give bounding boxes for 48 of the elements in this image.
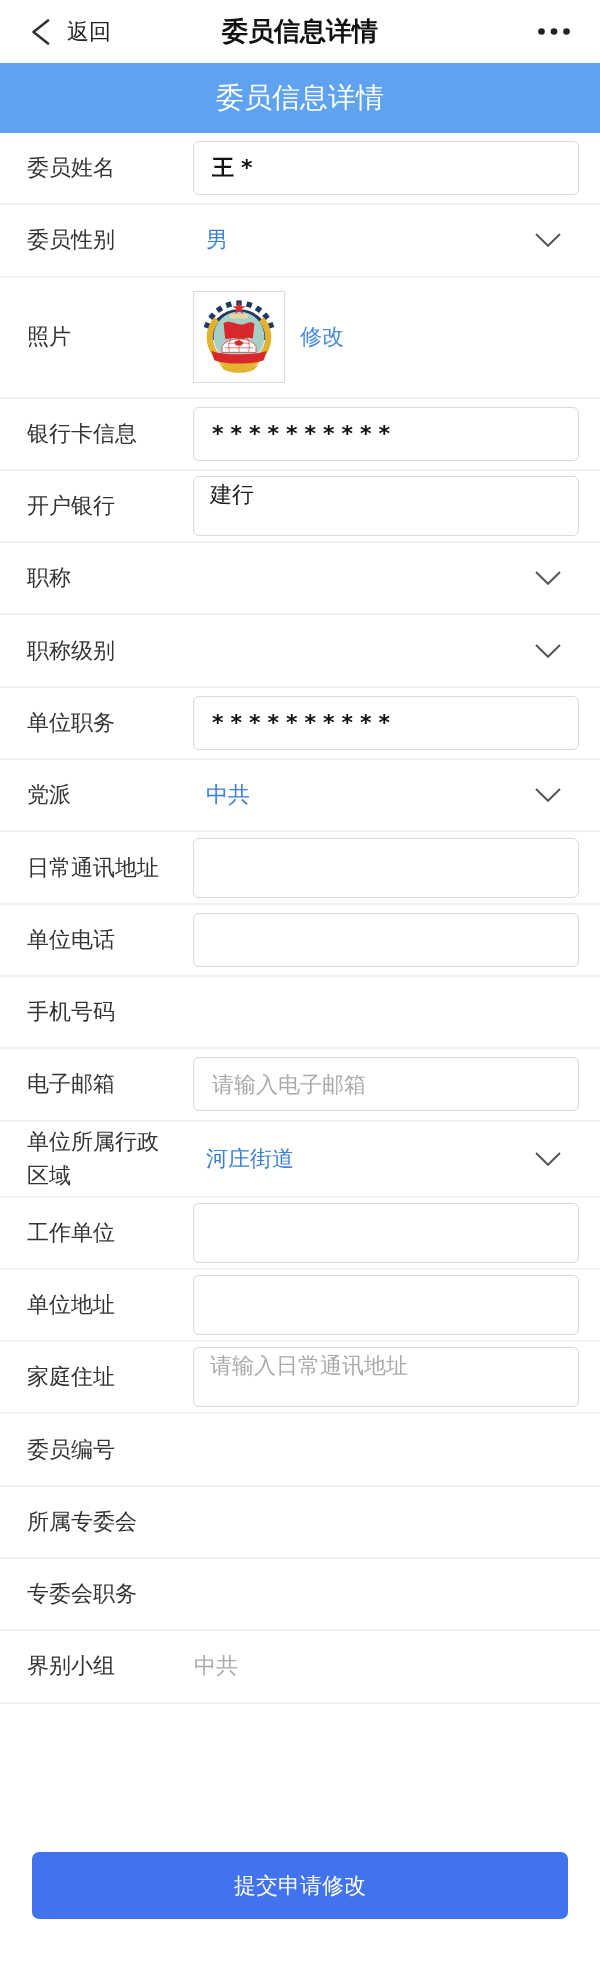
field-label: 单位地址 [27,1291,116,1319]
field-label: 界别小组 [27,1652,116,1681]
text-input[interactable]: ********** [193,406,579,461]
text-area[interactable]: 建行 [193,476,579,537]
text-area[interactable] [193,1202,579,1263]
field-value: 中共 [193,1652,238,1681]
text-area[interactable]: 请输入日常通讯地址 [193,1347,579,1408]
field-label: 工作单位 [27,1218,116,1247]
field-label: 电子邮箱 [27,1070,116,1099]
more-icon[interactable] [538,28,570,35]
chevron-down-icon [535,233,561,248]
field-label: 所属专委会 [27,1507,138,1536]
page-title: 委员信息详情 [222,15,378,48]
dropdown-select[interactable]: 男 [193,214,579,267]
field-label: 职称 [27,564,72,593]
field-label: 专委会职务 [27,1580,138,1609]
chevron-left-icon [31,18,50,45]
text-input[interactable]: 王* [193,141,579,196]
field-label: 单位电话 [27,925,116,954]
chevron-down-icon [535,788,561,803]
dropdown-select[interactable]: 中共 [193,769,579,822]
chevron-down-icon [535,643,561,658]
dropdown-select[interactable]: 河庄街道 [193,1132,579,1185]
emblem-icon [202,300,276,375]
field-label: 开户银行 [27,492,116,521]
field-label: 党派 [27,781,72,810]
text-input[interactable]: ********** [193,695,579,750]
back-button[interactable]: 返回 [31,16,111,47]
submit-button[interactable]: 提交申请修改 [32,1852,568,1919]
field-label: 手机号码 [27,998,116,1027]
text-area[interactable] [193,837,579,898]
field-label: 委员性别 [27,226,116,255]
chevron-down-icon [535,571,561,586]
field-label: 单位所属行政区域 [27,1127,160,1190]
field-label: 家庭住址 [27,1363,116,1392]
text-input[interactable]: 请输入电子邮箱 [193,1057,579,1112]
banner-title: 委员信息详情 [216,80,384,116]
field-label: 照片 [27,323,72,352]
chevron-down-icon [535,1151,561,1166]
field-label: 委员编号 [27,1435,116,1464]
edit-link[interactable]: 修改 [300,322,344,353]
field-label: 银行卡信息 [27,419,138,448]
field-label: 职称级别 [27,636,116,665]
field-label: 单位职务 [27,708,116,737]
text-area[interactable] [193,1275,579,1335]
field-label: 委员姓名 [27,154,116,183]
text-input[interactable] [193,912,579,967]
field-label: 日常通讯地址 [27,853,160,882]
